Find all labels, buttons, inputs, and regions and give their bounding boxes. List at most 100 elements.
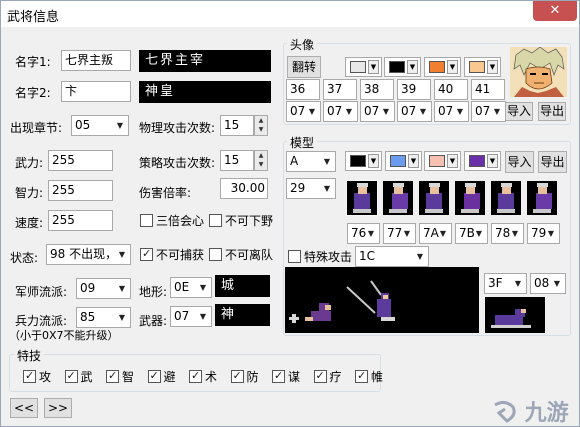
portrait-id-input[interactable]: 40: [434, 79, 468, 100]
hero-portrait-image: [510, 47, 567, 97]
name1-input[interactable]: 七界主叛: [61, 50, 131, 71]
checkbox-box: [189, 369, 202, 383]
chevron-down-icon[interactable]: ▼: [255, 125, 267, 134]
checkbox-box: [140, 214, 153, 227]
portrait-palette-select[interactable]: 07 ▼: [471, 101, 506, 122]
model-variant-select[interactable]: A ▼: [286, 151, 336, 172]
portrait-id-input[interactable]: 39: [397, 79, 431, 100]
portrait-palette-select[interactable]: 07 ▼: [286, 101, 321, 122]
next-button[interactable]: >>: [44, 398, 72, 418]
portrait-export-button[interactable]: 导出: [538, 102, 566, 121]
skill-checkbox[interactable]: 武: [64, 369, 93, 386]
status-value: 98 不出现，: [50, 247, 118, 261]
intel-label: 智力:: [15, 186, 44, 200]
troops-select[interactable]: 85 ▼: [76, 307, 131, 328]
skill-checkbox[interactable]: 防: [230, 369, 259, 386]
name2-input[interactable]: 卞: [61, 81, 131, 102]
skill-checkbox[interactable]: 攻: [23, 369, 51, 386]
checkbox-box: [230, 369, 244, 383]
skill-checkbox[interactable]: 避: [147, 369, 176, 386]
sprite-frame[interactable]: [491, 181, 521, 215]
portrait-id-input[interactable]: 36: [286, 79, 320, 100]
weapon-select[interactable]: 07 ▼: [170, 306, 212, 327]
model-export-button[interactable]: 导出: [538, 151, 567, 173]
portrait-palette-select[interactable]: 07 ▼: [397, 101, 432, 122]
portrait-id-input[interactable]: 41: [471, 79, 505, 100]
portrait-color-4[interactable]: ▼: [464, 57, 501, 77]
close-button[interactable]: ✕: [533, 1, 577, 21]
chevron-down-icon: ▼: [419, 107, 427, 116]
small-preview-stage: [485, 297, 545, 333]
strat-attack-input[interactable]: 15: [220, 150, 254, 171]
special-attack-checkbox[interactable]: 特殊攻击: [288, 250, 352, 266]
chevron-down-icon: ▼: [323, 157, 331, 166]
military-select[interactable]: 09 ▼: [76, 278, 131, 299]
model-color-3[interactable]: ▼: [424, 151, 461, 171]
chevron-up-icon[interactable]: ▲: [255, 116, 267, 125]
triple-crit-checkbox[interactable]: 三倍会心: [140, 214, 204, 230]
skill-checkbox[interactable]: 智: [106, 369, 134, 386]
no-capture-checkbox[interactable]: 不可捕获: [140, 247, 204, 264]
model-color-2[interactable]: ▼: [385, 151, 422, 171]
portrait-palette-select[interactable]: 07 ▼: [360, 101, 395, 122]
portrait-palette-select[interactable]: 07 ▼: [323, 101, 358, 122]
no-wild-label: 不可下野: [225, 214, 274, 228]
skill-checkbox[interactable]: 疗: [313, 369, 342, 386]
model-import-button[interactable]: 导入: [505, 151, 534, 173]
special-attack-label: 特殊攻击: [304, 250, 353, 264]
no-leave-checkbox[interactable]: 不可离队: [209, 248, 273, 264]
intel-input[interactable]: 255: [48, 180, 113, 201]
skill-checkbox[interactable]: 术: [189, 369, 217, 386]
watermark-icon: [494, 400, 516, 423]
portrait-palette-value: 07: [364, 104, 380, 118]
frame-id-select[interactable]: 79 ▼: [527, 223, 560, 244]
terrain-select[interactable]: 0E ▼: [170, 277, 212, 298]
skill-checkbox[interactable]: 帷: [355, 369, 383, 386]
sprite-frame[interactable]: [455, 181, 485, 215]
phys-attack-input[interactable]: 15: [220, 115, 254, 136]
portrait-import-button[interactable]: 导入: [505, 102, 533, 121]
chevron-down-icon: ▼: [456, 107, 464, 116]
speed-input[interactable]: 255: [48, 210, 113, 231]
force-label: 武力:: [15, 156, 44, 170]
portrait-color-3[interactable]: ▼: [424, 57, 461, 77]
frame-id-select[interactable]: 7B ▼: [455, 223, 488, 244]
force-input[interactable]: 255: [48, 150, 113, 171]
status-select[interactable]: 98 不出现， ▼: [46, 244, 131, 265]
model-color-4[interactable]: ▼: [464, 151, 501, 171]
side-a-select[interactable]: 3F ▼: [484, 273, 527, 294]
speed-label: 速度:: [15, 216, 44, 230]
skill-checkbox[interactable]: 谋: [272, 369, 300, 386]
frame-id-select[interactable]: 76 ▼: [347, 223, 380, 244]
skill-label: 武: [80, 370, 93, 384]
frame-id-select[interactable]: 77 ▼: [383, 223, 416, 244]
portrait-id-input[interactable]: 38: [360, 79, 394, 100]
chevron-down-icon: ▼: [547, 229, 555, 238]
strat-attack-stepper[interactable]: ▲ ▼: [254, 150, 268, 171]
frame-id-select[interactable]: 7A ▼: [419, 223, 452, 244]
special-attack-select[interactable]: 1C ▼: [355, 246, 429, 267]
portrait-color-1[interactable]: ▼: [345, 57, 382, 77]
portrait-color-2[interactable]: ▼: [384, 57, 421, 77]
portrait-id-input[interactable]: 37: [323, 79, 357, 100]
side-b-select[interactable]: 08 ▼: [530, 273, 566, 294]
model-color-1[interactable]: ▼: [345, 151, 382, 171]
prev-button[interactable]: <<: [10, 398, 38, 418]
chevron-down-icon[interactable]: ▼: [255, 160, 267, 169]
frame-id-select[interactable]: 78 ▼: [491, 223, 524, 244]
damage-rate-input[interactable]: 30.00: [220, 178, 268, 199]
chapter-select[interactable]: 05 ▼: [71, 115, 129, 136]
sprite-frame[interactable]: [346, 180, 378, 216]
sprite-frame-image: [461, 183, 480, 213]
model-frame-select[interactable]: 29 ▼: [286, 178, 336, 199]
portrait-palette-select[interactable]: 07 ▼: [434, 101, 469, 122]
flip-button[interactable]: 翻转: [287, 56, 321, 78]
chevron-down-icon: ▼: [439, 229, 447, 238]
sprite-frame[interactable]: [419, 181, 449, 215]
checkbox-box: [209, 214, 222, 227]
chevron-up-icon[interactable]: ▲: [255, 151, 267, 160]
phys-attack-stepper[interactable]: ▲ ▼: [254, 115, 268, 136]
no-wild-checkbox[interactable]: 不可下野: [209, 214, 273, 230]
sprite-frame[interactable]: [527, 181, 557, 215]
sprite-frame[interactable]: [383, 181, 413, 215]
